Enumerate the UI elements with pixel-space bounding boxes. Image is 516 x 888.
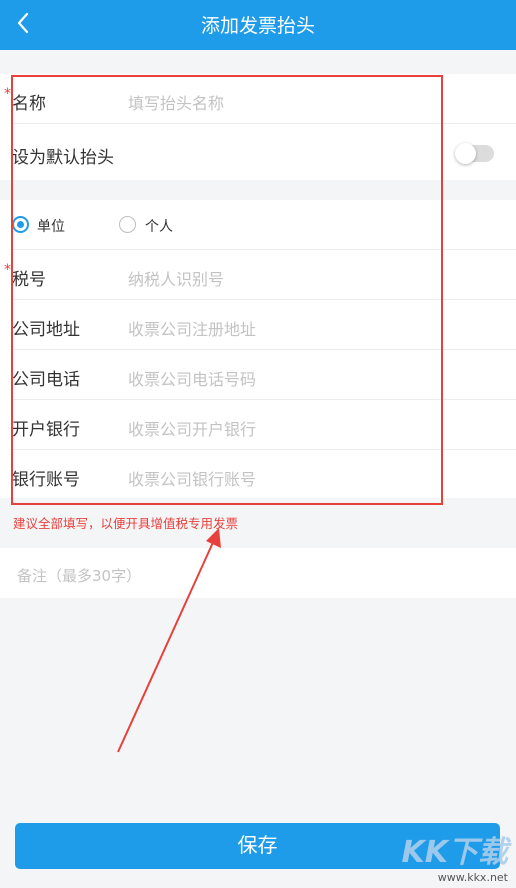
name-row[interactable]: * 名称 填写抬头名称 [4,74,516,124]
toggle-knob [455,143,476,164]
company-info-section: 单位 个人 * 税号 纳税人识别号 公司地址 收票公司注册地址 公司电话 收票公… [0,200,516,498]
default-label: 设为默认抬头 [12,148,114,168]
page-title: 添加发票抬头 [200,15,315,37]
app-header: 添加发票抬头 [0,0,516,50]
bank-input[interactable]: 收票公司开户银行 [128,416,256,440]
required-mark: * [4,262,11,278]
phone-row[interactable]: 公司电话 收票公司电话号码 [12,350,516,400]
address-label: 公司地址 [12,320,80,340]
bank-label: 开户银行 [12,420,80,440]
default-toggle[interactable] [455,143,494,164]
name-label: 名称 [12,94,46,114]
watermark-logo: KK下载 [401,835,509,870]
name-input[interactable]: 填写抬头名称 [128,90,224,114]
required-mark: * [4,86,11,102]
tax-row[interactable]: * 税号 纳税人识别号 [4,250,516,300]
radio-personal-label[interactable]: 个人 [145,216,173,236]
radio-company[interactable] [12,216,29,233]
tax-label: 税号 [12,270,46,290]
radio-personal[interactable] [119,216,136,233]
bank-row[interactable]: 开户银行 收票公司开户银行 [12,400,516,450]
watermark: KK下载 www.kkx.net [402,827,509,884]
remark-input[interactable]: 备注（最多30字） [17,565,141,586]
phone-input[interactable]: 收票公司电话号码 [128,366,256,390]
radio-company-label[interactable]: 单位 [37,216,65,236]
address-row[interactable]: 公司地址 收票公司注册地址 [12,300,516,350]
watermark-url: www.kkx.net [437,871,508,884]
fill-hint: 建议全部填写，以便开具增值税专用发票 [13,516,239,531]
account-label: 银行账号 [12,470,80,490]
type-row: 单位 个人 [12,200,516,250]
account-input[interactable]: 收票公司银行账号 [128,466,256,490]
phone-label: 公司电话 [12,370,80,390]
address-input[interactable]: 收票公司注册地址 [128,316,256,340]
tax-input[interactable]: 纳税人识别号 [128,266,224,290]
basic-info-section: * 名称 填写抬头名称 设为默认抬头 [0,74,516,180]
default-row: 设为默认抬头 [12,128,516,178]
account-row[interactable]: 银行账号 收票公司银行账号 [12,450,516,500]
